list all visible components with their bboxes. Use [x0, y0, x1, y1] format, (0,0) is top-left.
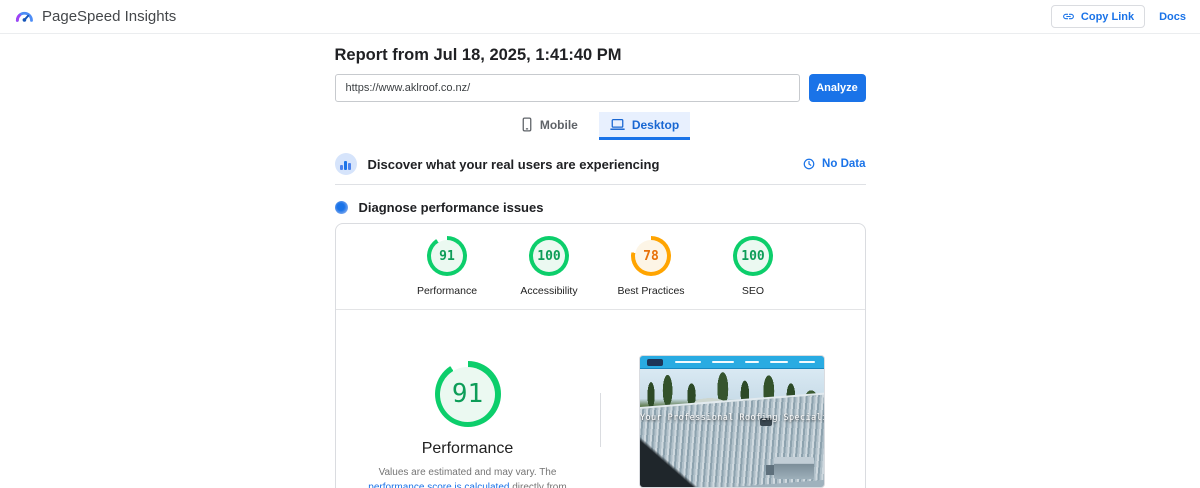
category-score-seo[interactable]: 100 SEO	[715, 236, 791, 297]
pagespeed-logo-icon	[14, 7, 34, 27]
score-value: 91	[439, 248, 455, 264]
category-label: SEO	[741, 285, 765, 297]
section-divider	[334, 184, 866, 185]
real-users-chart-icon	[334, 153, 357, 175]
performance-gauge-fill: 91	[440, 366, 495, 422]
vertical-divider	[599, 393, 601, 447]
score-ring: 100	[529, 236, 569, 276]
site-photo-duct	[774, 457, 814, 479]
score-value: 100	[741, 248, 765, 264]
score-calculation-link[interactable]: performance score is calculated	[368, 482, 509, 488]
url-input[interactable]	[334, 74, 800, 102]
desktop-laptop-icon	[610, 118, 625, 131]
mobile-phone-icon	[521, 117, 533, 132]
docs-link[interactable]: Docs	[1159, 11, 1186, 23]
copy-link-label: Copy Link	[1080, 10, 1135, 23]
no-data-badge[interactable]: No Data	[803, 158, 866, 170]
category-score-performance[interactable]: 91 Performance	[409, 236, 485, 297]
site-hero-text: Your Professional Roofing Specialist	[640, 413, 825, 423]
field-data-title: Discover what your real users are experi…	[367, 156, 660, 172]
no-data-label: No Data	[822, 158, 866, 170]
category-score-accessibility[interactable]: 100 Accessibility	[511, 236, 587, 297]
logo-link[interactable]: PageSpeed Insights	[14, 7, 176, 27]
analyze-button[interactable]: Analyze	[808, 74, 866, 102]
score-ring: 78	[631, 236, 671, 276]
lighthouse-beacon-icon	[334, 201, 348, 214]
category-scores-row: 91 Performance 100 Accessibility 78 Best Prac…	[336, 224, 865, 297]
score-ring: 91	[427, 236, 467, 276]
category-score-best-practices[interactable]: 78 Best Practices	[613, 236, 689, 297]
site-navbar	[640, 356, 824, 369]
site-photo-shadow	[640, 431, 703, 487]
score-ring: 100	[733, 236, 773, 276]
site-menu	[673, 360, 817, 364]
category-label: Performance	[416, 285, 478, 297]
performance-summary-section: 91 Performance Values are estimated and …	[336, 310, 865, 488]
top-bar: PageSpeed Insights Copy Link Docs	[0, 0, 1200, 34]
score-disclaimer: Values are estimated and may vary. The p…	[360, 465, 576, 488]
final-screenshot-thumbnail: Your Professional Roofing Specialist	[639, 355, 825, 488]
performance-gauge-label: Performance	[421, 440, 514, 457]
category-label: Accessibility	[520, 285, 578, 297]
performance-score-value: 91	[451, 379, 484, 409]
field-data-section[interactable]: Discover what your real users are experi…	[334, 153, 866, 175]
device-tabs: Mobile Desktop	[335, 112, 866, 140]
tab-mobile[interactable]: Mobile	[510, 112, 589, 140]
tab-mobile-label: Mobile	[539, 117, 578, 132]
report-title: Report from Jul 18, 2025, 1:41:40 PM	[334, 46, 622, 64]
clock-icon	[803, 158, 815, 170]
score-value: 100	[537, 248, 561, 264]
site-logo	[647, 358, 663, 366]
diagnose-section-header: Diagnose performance issues	[334, 200, 866, 215]
performance-gauge[interactable]: 91	[434, 361, 501, 427]
app-title: PageSpeed Insights	[42, 8, 177, 25]
lighthouse-report-card: 91 Performance 100 Accessibility 78 Best Prac…	[334, 223, 866, 488]
tab-desktop-label: Desktop	[631, 117, 680, 132]
tab-desktop[interactable]: Desktop	[598, 112, 691, 140]
score-value: 78	[643, 248, 659, 264]
copy-link-button[interactable]: Copy Link	[1050, 5, 1146, 28]
category-label: Best Practices	[617, 285, 685, 297]
diagnose-title: Diagnose performance issues	[358, 200, 544, 215]
link-icon	[1062, 10, 1075, 23]
